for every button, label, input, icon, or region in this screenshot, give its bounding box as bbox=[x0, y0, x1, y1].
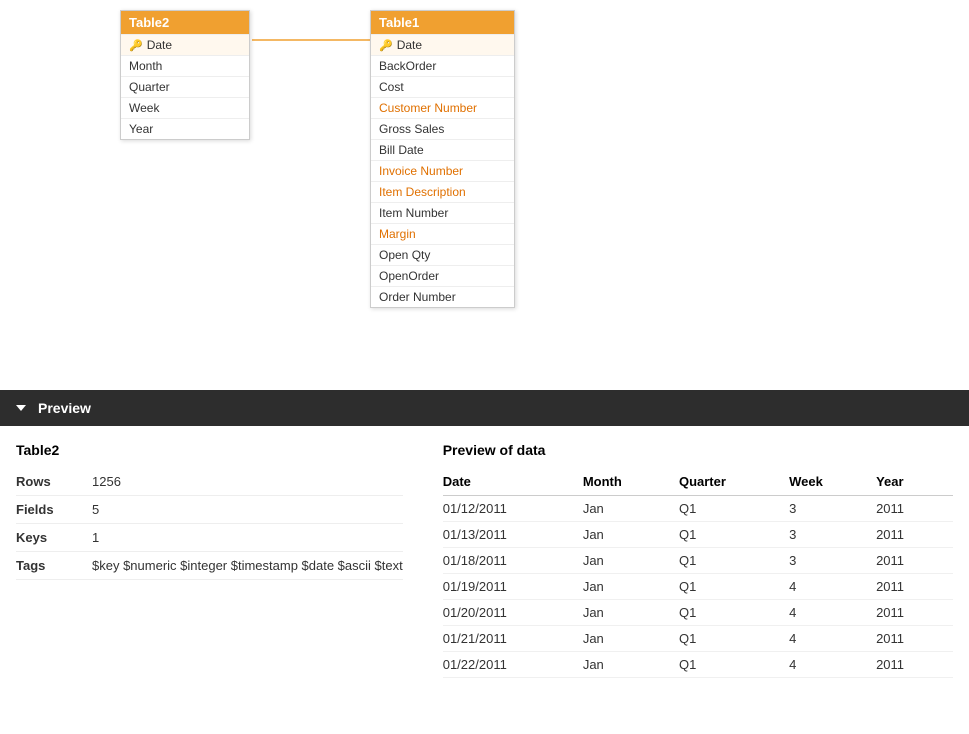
table1-field-gross-sales[interactable]: Gross Sales bbox=[371, 118, 514, 139]
table1-field-customer-number[interactable]: Customer Number bbox=[371, 97, 514, 118]
preview-body: Table2 Rows 1256 Fields 5 Keys 1 Tags $k… bbox=[0, 426, 969, 694]
table1-field-order-number[interactable]: Order Number bbox=[371, 286, 514, 307]
table-cell: Q1 bbox=[679, 652, 789, 678]
table-cell: 2011 bbox=[876, 574, 953, 600]
table1-field-invoice-number[interactable]: Invoice Number bbox=[371, 160, 514, 181]
table-cell: Jan bbox=[583, 496, 679, 522]
table-cell: 4 bbox=[789, 652, 876, 678]
table-cell: Q1 bbox=[679, 522, 789, 548]
table-cell: 2011 bbox=[876, 652, 953, 678]
table-cell: Jan bbox=[583, 652, 679, 678]
table-cell: 4 bbox=[789, 600, 876, 626]
preview-table-body: 01/12/2011JanQ13201101/13/2011JanQ132011… bbox=[443, 496, 953, 678]
col-year: Year bbox=[876, 468, 953, 496]
col-date: Date bbox=[443, 468, 583, 496]
table1-field-margin[interactable]: Margin bbox=[371, 223, 514, 244]
table1-field-cost[interactable]: Cost bbox=[371, 76, 514, 97]
data-preview: Preview of data Date Month Quarter Week … bbox=[443, 442, 953, 678]
table-cell: 3 bbox=[789, 496, 876, 522]
table-row: 01/13/2011JanQ132011 bbox=[443, 522, 953, 548]
table-cell: Jan bbox=[583, 574, 679, 600]
table1-field-openorder[interactable]: OpenOrder bbox=[371, 265, 514, 286]
chevron-down-icon bbox=[16, 405, 26, 411]
table-row: 01/22/2011JanQ142011 bbox=[443, 652, 953, 678]
table1-field-bill-date[interactable]: Bill Date bbox=[371, 139, 514, 160]
preview-table-head: Date Month Quarter Week Year bbox=[443, 468, 953, 496]
table1-field-backorder[interactable]: BackOrder bbox=[371, 55, 514, 76]
table-cell: 4 bbox=[789, 574, 876, 600]
table-row: 01/20/2011JanQ142011 bbox=[443, 600, 953, 626]
table-cell: Q1 bbox=[679, 548, 789, 574]
tags-value: $key $numeric $integer $timestamp $date … bbox=[92, 558, 403, 573]
preview-table-header-row: Date Month Quarter Week Year bbox=[443, 468, 953, 496]
table-cell: 4 bbox=[789, 626, 876, 652]
table2-field-date[interactable]: 🔑 Date bbox=[121, 34, 249, 55]
fields-label: Fields bbox=[16, 502, 76, 517]
table1-field-open-qty[interactable]: Open Qty bbox=[371, 244, 514, 265]
table-cell: 01/13/2011 bbox=[443, 522, 583, 548]
table-cell: Q1 bbox=[679, 626, 789, 652]
table1-header: Table1 bbox=[371, 11, 514, 34]
preview-header: Preview bbox=[0, 390, 969, 426]
table1-box: Table1 🔑 Date BackOrder Cost Customer Nu… bbox=[370, 10, 515, 308]
preview-title: Preview bbox=[38, 400, 91, 416]
table-cell: 2011 bbox=[876, 522, 953, 548]
table-cell: 01/22/2011 bbox=[443, 652, 583, 678]
table2-field-month[interactable]: Month bbox=[121, 55, 249, 76]
table-cell: 01/19/2011 bbox=[443, 574, 583, 600]
meta-row-tags: Tags $key $numeric $integer $timestamp $… bbox=[16, 552, 403, 580]
table-row: 01/21/2011JanQ142011 bbox=[443, 626, 953, 652]
meta-row-rows: Rows 1256 bbox=[16, 468, 403, 496]
table-cell: Jan bbox=[583, 626, 679, 652]
meta-row-keys: Keys 1 bbox=[16, 524, 403, 552]
table-cell: 2011 bbox=[876, 626, 953, 652]
table-cell: Q1 bbox=[679, 574, 789, 600]
date-key-icon: 🔑 bbox=[129, 39, 143, 52]
table-cell: 01/12/2011 bbox=[443, 496, 583, 522]
meta-table-name: Table2 bbox=[16, 442, 403, 458]
table-cell: 2011 bbox=[876, 496, 953, 522]
table1-field-item-number[interactable]: Item Number bbox=[371, 202, 514, 223]
col-month: Month bbox=[583, 468, 679, 496]
table-cell: Q1 bbox=[679, 496, 789, 522]
table-cell: 3 bbox=[789, 548, 876, 574]
keys-value: 1 bbox=[92, 530, 99, 545]
meta-row-fields: Fields 5 bbox=[16, 496, 403, 524]
preview-table: Date Month Quarter Week Year 01/12/2011J… bbox=[443, 468, 953, 678]
rows-value: 1256 bbox=[92, 474, 121, 489]
table-cell: Q1 bbox=[679, 600, 789, 626]
table-cell: Jan bbox=[583, 548, 679, 574]
table2-title: Table2 bbox=[129, 15, 169, 30]
table-cell: 2011 bbox=[876, 548, 953, 574]
table2-field-week[interactable]: Week bbox=[121, 97, 249, 118]
table-cell: Jan bbox=[583, 600, 679, 626]
table-cell: 01/21/2011 bbox=[443, 626, 583, 652]
table2-box: Table2 🔑 Date Month Quarter Week Year bbox=[120, 10, 250, 140]
table-row: 01/19/2011JanQ142011 bbox=[443, 574, 953, 600]
table-cell: 2011 bbox=[876, 600, 953, 626]
table2-field-year[interactable]: Year bbox=[121, 118, 249, 139]
data-preview-title: Preview of data bbox=[443, 442, 953, 458]
table-row: 01/18/2011JanQ132011 bbox=[443, 548, 953, 574]
table-cell: 01/18/2011 bbox=[443, 548, 583, 574]
rows-label: Rows bbox=[16, 474, 76, 489]
table2-field-quarter[interactable]: Quarter bbox=[121, 76, 249, 97]
col-week: Week bbox=[789, 468, 876, 496]
table-meta: Table2 Rows 1256 Fields 5 Keys 1 Tags $k… bbox=[16, 442, 403, 678]
table-cell: 01/20/2011 bbox=[443, 600, 583, 626]
col-quarter: Quarter bbox=[679, 468, 789, 496]
table2-header: Table2 bbox=[121, 11, 249, 34]
table1-field-item-description[interactable]: Item Description bbox=[371, 181, 514, 202]
table-cell: 3 bbox=[789, 522, 876, 548]
fields-value: 5 bbox=[92, 502, 99, 517]
table-row: 01/12/2011JanQ132011 bbox=[443, 496, 953, 522]
table1-field-date[interactable]: 🔑 Date bbox=[371, 34, 514, 55]
table-cell: Jan bbox=[583, 522, 679, 548]
tags-label: Tags bbox=[16, 558, 76, 573]
table1-title: Table1 bbox=[379, 15, 419, 30]
table1-date-key-icon: 🔑 bbox=[379, 39, 393, 52]
keys-label: Keys bbox=[16, 530, 76, 545]
diagram-area: Table2 🔑 Date Month Quarter Week Year Ta… bbox=[0, 0, 969, 390]
